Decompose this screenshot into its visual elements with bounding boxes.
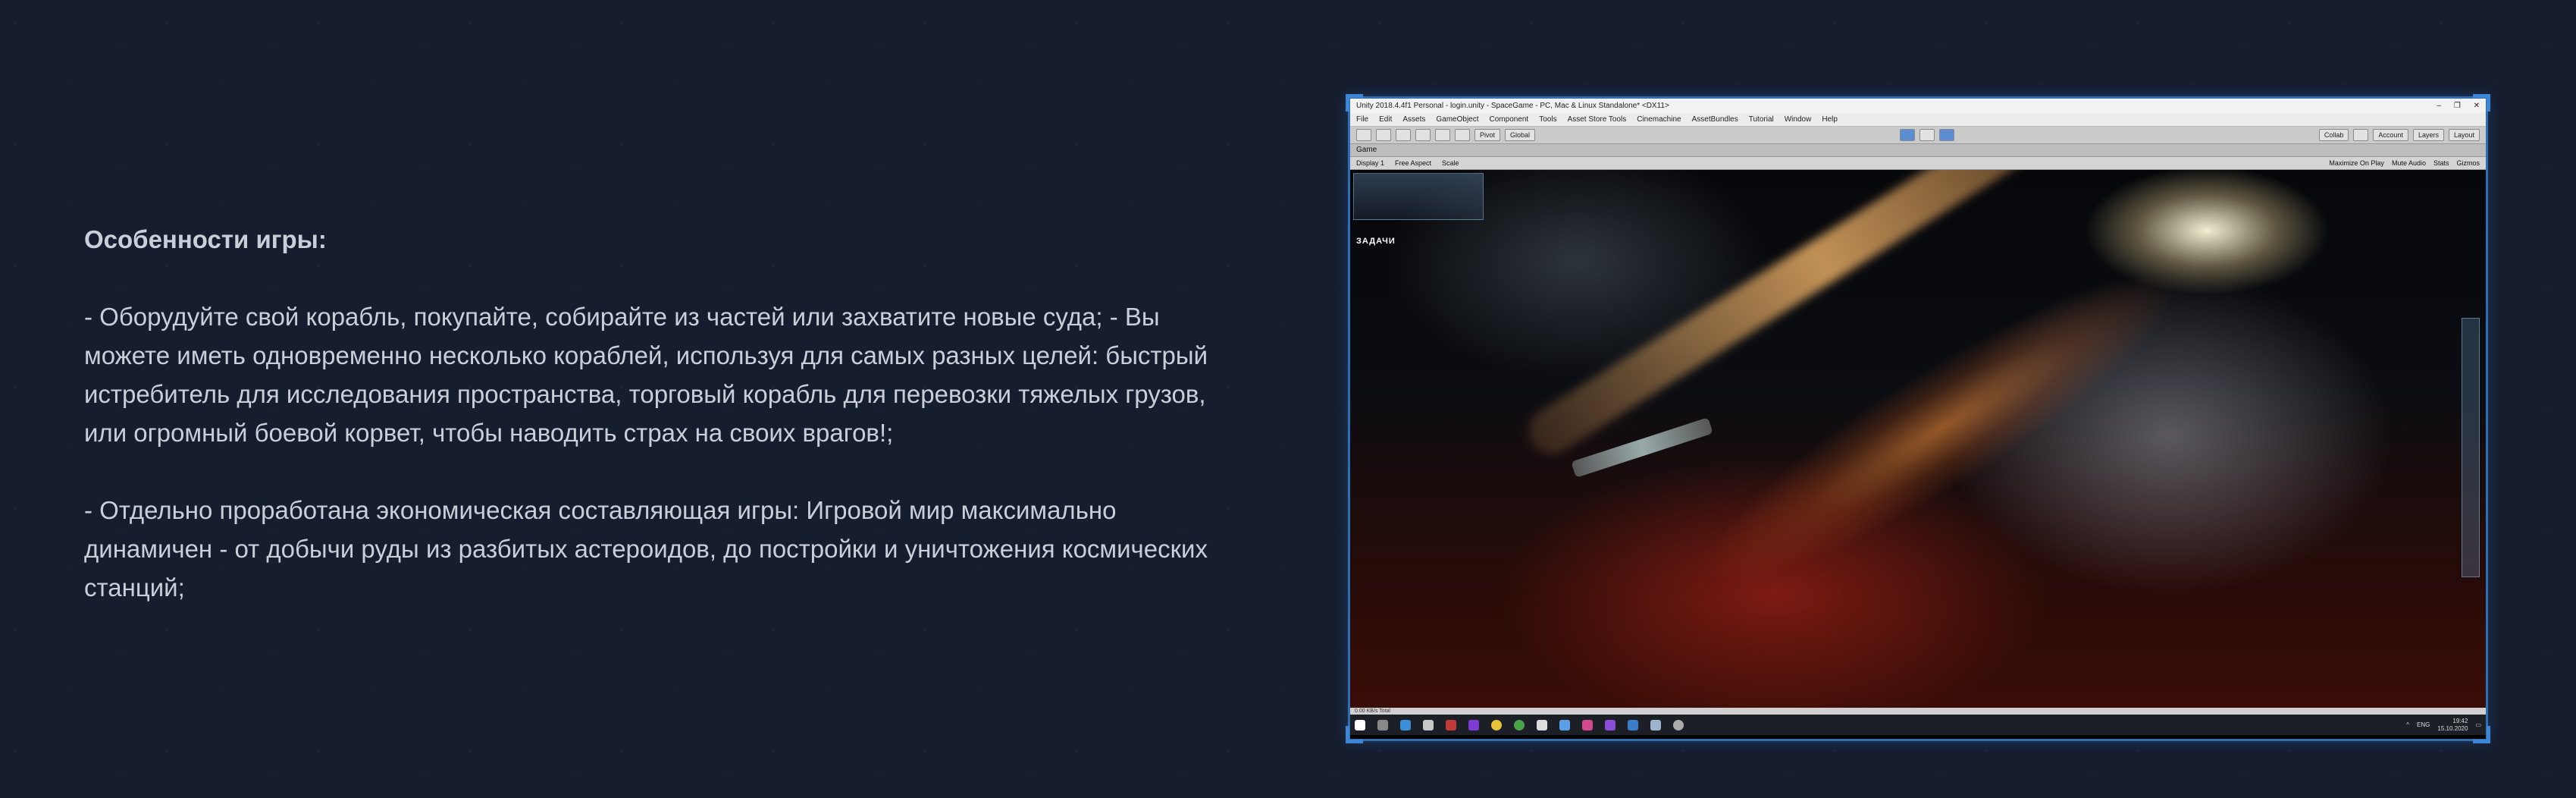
app-icon[interactable] <box>1650 719 1661 730</box>
cloud-icon[interactable] <box>2353 129 2369 141</box>
aspect-dropdown[interactable]: Free Aspect <box>1395 157 1431 169</box>
language-indicator[interactable]: ENG <box>2417 721 2430 728</box>
windows-taskbar: ^ ENG 19:42 15.10.2020 ▭ <box>1350 715 2486 735</box>
unity-status-line: 0.00 KB/s Total <box>1350 708 2486 715</box>
clock-time: 19:42 <box>2452 717 2468 724</box>
layout-dropdown[interactable]: Layout <box>2448 129 2480 141</box>
menu-file[interactable]: File <box>1356 113 1368 126</box>
maximize-icon[interactable]: ❐ <box>2454 102 2461 110</box>
collab-dropdown[interactable]: Collab <box>2318 129 2349 141</box>
app-icon[interactable] <box>1673 719 1684 730</box>
gizmos-dropdown[interactable]: Gizmos <box>2456 157 2480 169</box>
maximize-on-play-toggle[interactable]: Maximize On Play <box>2329 157 2384 169</box>
frame-corner <box>2473 94 2490 112</box>
hand-tool-icon[interactable] <box>1356 129 1371 141</box>
account-dropdown[interactable]: Account <box>2373 129 2408 141</box>
menu-assetbundles[interactable]: AssetBundles <box>1692 113 1738 126</box>
features-heading: Особенности игры: <box>84 225 327 253</box>
app-icon[interactable] <box>1582 719 1593 730</box>
game-tab[interactable]: Game <box>1350 144 2486 157</box>
app-icon[interactable] <box>1446 719 1456 730</box>
unity-icon[interactable] <box>1537 719 1547 730</box>
pivot-toggle[interactable]: Pivot <box>1474 129 1501 141</box>
global-toggle[interactable]: Global <box>1505 129 1536 141</box>
hud-side-panel <box>2462 318 2480 577</box>
app-icon[interactable] <box>1423 719 1434 730</box>
menu-window[interactable]: Window <box>1785 113 1812 126</box>
unity-window-title: Unity 2018.4.4f1 Personal - login.unity … <box>1356 102 1669 110</box>
tray-up-icon[interactable]: ^ <box>2406 721 2409 728</box>
transform-tool-icon[interactable] <box>1455 129 1470 141</box>
menu-gameobject[interactable]: GameObject <box>1436 113 1478 126</box>
menu-edit[interactable]: Edit <box>1379 113 1392 126</box>
menu-asset-store-tools[interactable]: Asset Store Tools <box>1568 113 1627 126</box>
frame-corner <box>1346 726 1363 743</box>
unity-menu-bar: File Edit Assets GameObject Component To… <box>1350 113 2486 127</box>
rotate-tool-icon[interactable] <box>1396 129 1411 141</box>
rect-tool-icon[interactable] <box>1435 129 1450 141</box>
game-view-bar: Display 1 Free Aspect Scale Maximize On … <box>1350 157 2486 170</box>
features-paragraph-1: - Оборудуйте свой корабль, покупайте, со… <box>84 303 1208 447</box>
play-button-icon[interactable] <box>1899 129 1915 141</box>
scale-tool-icon[interactable] <box>1415 129 1431 141</box>
space-station-glow <box>1475 170 2408 708</box>
menu-assets[interactable]: Assets <box>1402 113 1425 126</box>
window-controls: – ❐ ✕ <box>2427 99 2480 113</box>
menu-cinemachine[interactable]: Cinemachine <box>1637 113 1681 126</box>
stats-toggle[interactable]: Stats <box>2433 157 2449 169</box>
menu-tutorial[interactable]: Tutorial <box>1749 113 1774 126</box>
hud-logo: ЗАДАЧИ <box>1356 237 1396 246</box>
step-button-icon[interactable] <box>1938 129 1954 141</box>
unity-toolbar: Pivot Global Collab Account Layers Layou… <box>1350 127 2486 144</box>
scale-slider[interactable]: Scale <box>1442 157 1459 169</box>
task-view-icon[interactable] <box>1377 719 1388 730</box>
frame-corner <box>1346 94 1363 112</box>
unity-title-bar: Unity 2018.4.4f1 Personal - login.unity … <box>1350 99 2486 113</box>
move-tool-icon[interactable] <box>1376 129 1391 141</box>
clock-date: 15.10.2020 <box>2437 724 2468 732</box>
display-dropdown[interactable]: Display 1 <box>1356 157 1384 169</box>
game-view-options: Maximize On Play Mute Audio Stats Gizmos <box>2329 157 2480 169</box>
game-screenshot: Unity 2018.4.4f1 Personal - login.unity … <box>1346 94 2490 743</box>
hud-top-left-panel <box>1353 173 1484 220</box>
features-paragraph-2: - Отдельно проработана экономическая сос… <box>84 496 1208 602</box>
system-tray: ^ ENG 19:42 15.10.2020 ▭ <box>2406 718 2481 733</box>
app-icon[interactable] <box>1559 719 1570 730</box>
visual-studio-icon[interactable] <box>1605 719 1615 730</box>
pause-button-icon[interactable] <box>1919 129 1935 141</box>
game-viewport[interactable]: ЗАДАЧИ <box>1350 170 2486 708</box>
frame-corner <box>2473 726 2490 743</box>
minimize-icon[interactable]: – <box>2437 102 2442 110</box>
menu-tools[interactable]: Tools <box>1539 113 1556 126</box>
mute-audio-toggle[interactable]: Mute Audio <box>2392 157 2426 169</box>
clock[interactable]: 19:42 15.10.2020 <box>2437 718 2468 733</box>
chrome-icon[interactable] <box>1491 719 1502 730</box>
menu-component[interactable]: Component <box>1490 113 1529 126</box>
features-text: Особенности игры: - Оборудуйте свой кора… <box>84 220 1221 646</box>
app-icon[interactable] <box>1628 719 1638 730</box>
app-icon[interactable] <box>1514 719 1525 730</box>
app-icon[interactable] <box>1468 719 1479 730</box>
menu-help[interactable]: Help <box>1822 113 1838 126</box>
app-icon[interactable] <box>1400 719 1411 730</box>
layers-dropdown[interactable]: Layers <box>2412 129 2444 141</box>
